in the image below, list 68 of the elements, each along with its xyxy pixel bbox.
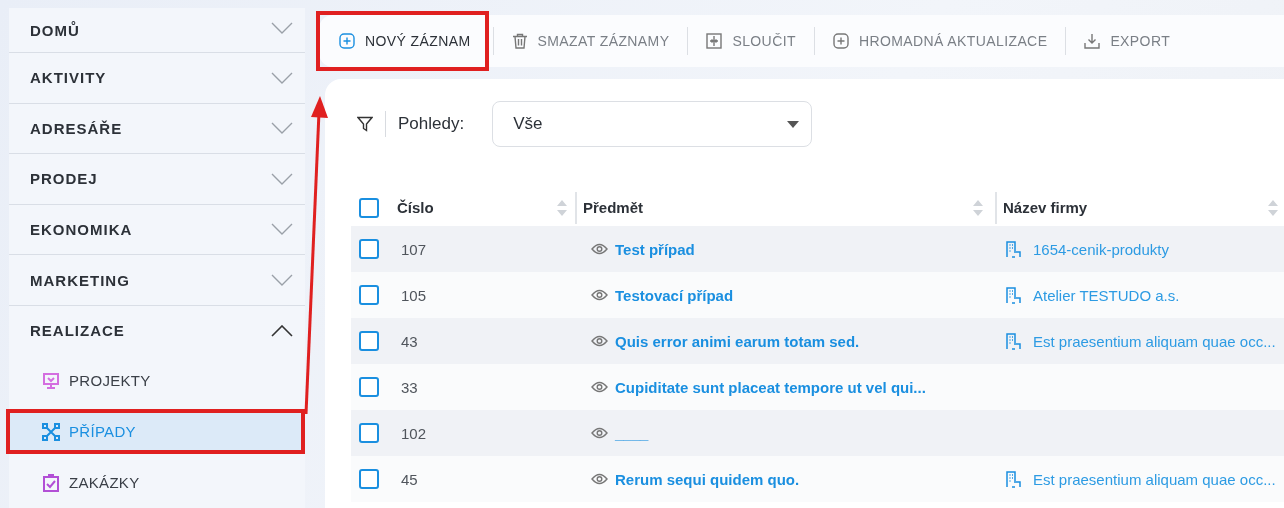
- chevron-down-icon: [271, 122, 293, 135]
- row-checkbox[interactable]: [359, 423, 379, 443]
- row-checkbox[interactable]: [359, 331, 379, 351]
- row-checkbox[interactable]: [359, 377, 379, 397]
- sidebar-section[interactable]: DOMŮ: [9, 8, 305, 54]
- section-label: REALIZACE: [30, 322, 125, 340]
- sidebar-section[interactable]: PRODEJ: [9, 154, 305, 205]
- eye-icon[interactable]: [591, 243, 608, 255]
- section-label: DOMŮ: [30, 22, 80, 39]
- building-icon: [1005, 240, 1021, 258]
- table-row[interactable]: 43 Quis error animi earum totam sed. Est praesentium aliquam quae occ...: [351, 318, 1284, 364]
- chevron-down-icon: [271, 274, 293, 286]
- section-label: ADRESÁŘE: [30, 119, 123, 137]
- section-label: AKTIVITY: [30, 69, 107, 87]
- section-label: PRODEJ: [30, 170, 98, 188]
- table-row[interactable]: 105 Testovací případ Atelier TESTUDO a.s.: [351, 272, 1284, 318]
- eye-icon[interactable]: [591, 335, 608, 347]
- sidebar-section[interactable]: MARKETING: [9, 255, 305, 306]
- sidebar-item[interactable]: PROJEKTY: [6, 358, 305, 404]
- chevron-down-icon: [271, 71, 293, 84]
- case-number: 102: [401, 424, 427, 442]
- table-row[interactable]: 33 Cupiditate sunt placeat tempore ut vel qui...: [351, 364, 1284, 410]
- building-icon: [1005, 332, 1021, 350]
- item-label: ZAKÁZKY: [69, 474, 140, 492]
- column-header[interactable]: Název firmy: [1003, 199, 1088, 216]
- download-icon: [1084, 33, 1101, 49]
- views-dropdown[interactable]: Vše: [492, 101, 813, 147]
- case-number: 107: [401, 240, 427, 258]
- chevron-down-icon: [271, 22, 293, 34]
- column-header[interactable]: Číslo: [397, 199, 434, 216]
- plus-icon: [339, 33, 355, 49]
- row-checkbox[interactable]: [359, 239, 379, 259]
- eye-icon[interactable]: [591, 289, 608, 301]
- sidebar-section[interactable]: AKTIVITY: [9, 53, 305, 104]
- filter-icon[interactable]: [357, 116, 373, 132]
- views-label: Pohledy:: [398, 114, 465, 134]
- building-icon: [1005, 470, 1021, 488]
- sidebar-section[interactable]: REALIZACE: [9, 305, 305, 356]
- toolbar-button[interactable]: NOVÝ ZÁZNAM: [316, 11, 489, 71]
- column-header[interactable]: Předmět: [583, 199, 644, 216]
- chevron-down-icon: [271, 172, 293, 185]
- case-number: 33: [401, 378, 418, 396]
- table-row[interactable]: 45 Rerum sequi quidem quo. Est praesentium aliquam quae occ...: [351, 456, 1284, 502]
- eye-icon[interactable]: [591, 473, 608, 485]
- case-number: 45: [401, 470, 418, 488]
- trash-icon: [511, 33, 528, 49]
- eye-icon[interactable]: [591, 381, 608, 393]
- item-label: PROJEKTY: [69, 372, 151, 390]
- item-label: PŘÍPADY: [69, 423, 136, 441]
- chevron-up-icon: [271, 324, 293, 337]
- table-row[interactable]: 107 Test případ 1654-cenik-produkty: [351, 226, 1284, 272]
- building-icon: [1005, 286, 1021, 304]
- case-number: 43: [401, 332, 418, 350]
- case-number: 105: [401, 286, 427, 304]
- section-label: EKONOMIKA: [30, 220, 133, 238]
- merge-icon: [706, 33, 723, 49]
- section-label: MARKETING: [30, 271, 130, 289]
- plus-icon: [832, 33, 849, 49]
- row-checkbox[interactable]: [359, 285, 379, 305]
- select-all-checkbox[interactable]: [359, 197, 379, 218]
- eye-icon[interactable]: [591, 427, 608, 439]
- row-checkbox[interactable]: [359, 469, 379, 489]
- sidebar-section[interactable]: EKONOMIKA: [9, 204, 305, 256]
- sidebar-section[interactable]: ADRESÁŘE: [9, 103, 305, 155]
- table-row[interactable]: 102 ____: [351, 410, 1284, 456]
- chevron-down-icon: [271, 223, 293, 236]
- sidebar-item[interactable]: ZAKÁZKY: [6, 460, 305, 505]
- caret-icon: [787, 120, 800, 128]
